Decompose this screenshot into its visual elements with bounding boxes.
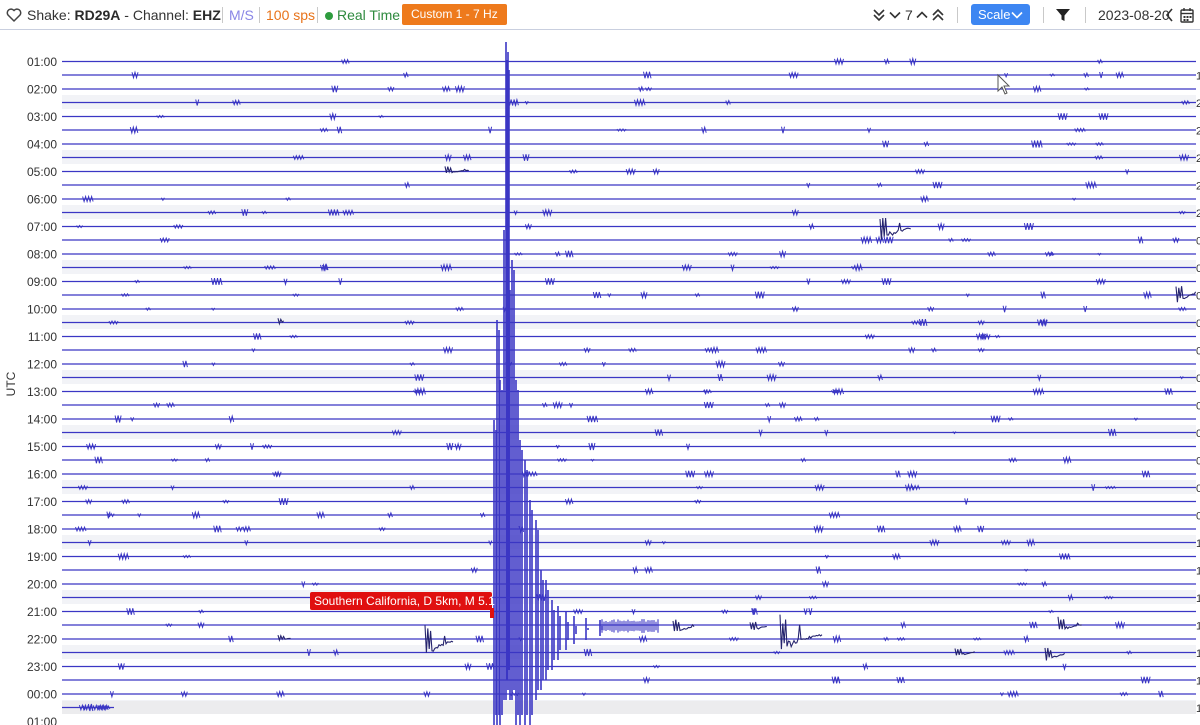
- time-label-right: 0: [1196, 456, 1200, 468]
- helicorder-plot[interactable]: 01:00 02:00 03:00 04:00 05:00 06:00 07:00 08:00…: [0, 30, 1200, 725]
- live-dot-icon: [325, 12, 333, 20]
- station-channel-title: Shake: RD29A - Channel: EHZ: [27, 0, 221, 30]
- time-label-left: 23:00: [27, 660, 57, 674]
- local-event-trace: [779, 614, 823, 650]
- mouse-cursor-icon: [997, 73, 1011, 95]
- time-label-right: 0: [1196, 263, 1200, 275]
- favorite-heart-icon[interactable]: [6, 7, 22, 28]
- divider: [1043, 7, 1044, 23]
- calendar-icon[interactable]: [1180, 7, 1194, 28]
- time-label-left: 20:00: [27, 578, 57, 592]
- time-label-left: 03:00: [27, 110, 57, 124]
- local-event-trace: [1057, 616, 1082, 631]
- filter-funnel-icon[interactable]: [1055, 7, 1071, 28]
- units-toggle[interactable]: M/S: [229, 0, 254, 30]
- time-label-left: 09:00: [27, 275, 57, 289]
- station-name: RD29A: [74, 7, 121, 23]
- scale-button[interactable]: Scale: [971, 4, 1030, 25]
- date-display[interactable]: 2023-08-20: [1098, 0, 1170, 30]
- time-label-right: 0: [1196, 401, 1200, 413]
- time-label-left: 13:00: [27, 385, 57, 399]
- filter-badge[interactable]: Custom 1 - 7 Hz: [402, 4, 507, 25]
- time-label-left: 11:00: [28, 330, 57, 344]
- time-label-left: 01:00: [27, 715, 57, 725]
- shake-prefix: Shake:: [27, 7, 75, 23]
- zoom-level: 7: [905, 7, 913, 23]
- time-label-left: 02:00: [27, 83, 57, 97]
- time-label-left: 06:00: [27, 193, 57, 207]
- scale-label: Scale: [978, 7, 1011, 22]
- time-label-left: 19:00: [27, 550, 57, 564]
- time-label-left: 07:00: [27, 220, 57, 234]
- time-label-left: 14:00: [27, 413, 57, 427]
- time-label-right: 0: [1196, 291, 1200, 303]
- local-event-trace: [1175, 286, 1197, 303]
- zoom-in-chevron-icon[interactable]: [914, 7, 930, 28]
- time-label-left: 08:00: [27, 248, 57, 262]
- time-label-right: 0: [1196, 236, 1200, 248]
- divider: [317, 7, 318, 23]
- channel-prefix: - Channel:: [120, 7, 193, 23]
- realtime-label: Real Time: [337, 7, 401, 23]
- time-label-left: 22:00: [27, 633, 57, 647]
- time-label-right: 1: [1196, 566, 1200, 578]
- time-label-right: 0: [1196, 483, 1200, 495]
- date-prev-chevron-icon[interactable]: [1164, 7, 1174, 28]
- time-label-left: 15:00: [27, 440, 57, 454]
- zoom-out-chevron-icon[interactable]: [887, 7, 903, 28]
- divider: [1085, 7, 1086, 23]
- chevron-down-icon: [1010, 7, 1024, 28]
- row-band: [62, 701, 1196, 714]
- divider: [222, 7, 223, 23]
- time-label-left: 17:00: [27, 495, 57, 509]
- time-label-left: 04:00: [27, 138, 57, 152]
- time-label-right: 2: [1196, 126, 1200, 138]
- time-label-left: 10:00: [27, 303, 57, 317]
- time-label-left: 05:00: [27, 165, 57, 179]
- time-label-right: 1: [1196, 676, 1200, 688]
- time-label-right: 1: [1196, 538, 1200, 550]
- channel-name: EHZ: [192, 7, 221, 23]
- event-marker[interactable]: Southern California, D 5km, M 5.1: [310, 592, 495, 618]
- time-label-right: 2: [1196, 208, 1200, 220]
- time-label-left: 01:00: [27, 55, 57, 69]
- local-event-trace: [749, 621, 767, 631]
- time-label-right: 1: [1196, 71, 1200, 83]
- sample-rate[interactable]: 100 sps: [266, 0, 315, 30]
- time-label-left: 21:00: [27, 605, 57, 619]
- time-label-right: 1: [1196, 593, 1200, 605]
- time-label-right: 2: [1196, 181, 1200, 193]
- realtime-indicator[interactable]: Real Time: [325, 0, 400, 30]
- utc-axis-label: UTC: [4, 371, 18, 396]
- time-label-right: 0: [1196, 511, 1200, 523]
- time-label-right: 1: [1196, 648, 1200, 660]
- time-label-right: 2: [1196, 153, 1200, 165]
- toolbar: Shake: RD29A - Channel: EHZ M/S 100 sps …: [0, 0, 1200, 30]
- divider: [259, 7, 260, 23]
- time-label-right: 2: [1196, 98, 1200, 110]
- time-label-left: 18:00: [27, 523, 57, 537]
- earthquake-coda: [599, 619, 659, 633]
- event-label: Southern California, D 5km, M 5.1: [314, 594, 495, 608]
- time-label-right: 0: [1196, 318, 1200, 330]
- time-label-left: 16:00: [27, 468, 57, 482]
- time-label-left: 12:00: [27, 358, 57, 372]
- time-label-right: 0: [1196, 373, 1200, 385]
- zoom-out-double-chevron-icon[interactable]: [871, 7, 887, 28]
- time-label-right: 1: [1196, 621, 1200, 633]
- event-pin: [490, 608, 494, 618]
- time-label-right: 0: [1196, 428, 1200, 440]
- time-label-right: 0: [1196, 346, 1200, 358]
- divider: [957, 7, 958, 23]
- time-label-right: 1: [1196, 703, 1200, 715]
- time-label-left: 00:00: [27, 688, 57, 702]
- local-event-trace: [879, 217, 911, 240]
- zoom-in-double-chevron-icon[interactable]: [930, 7, 946, 28]
